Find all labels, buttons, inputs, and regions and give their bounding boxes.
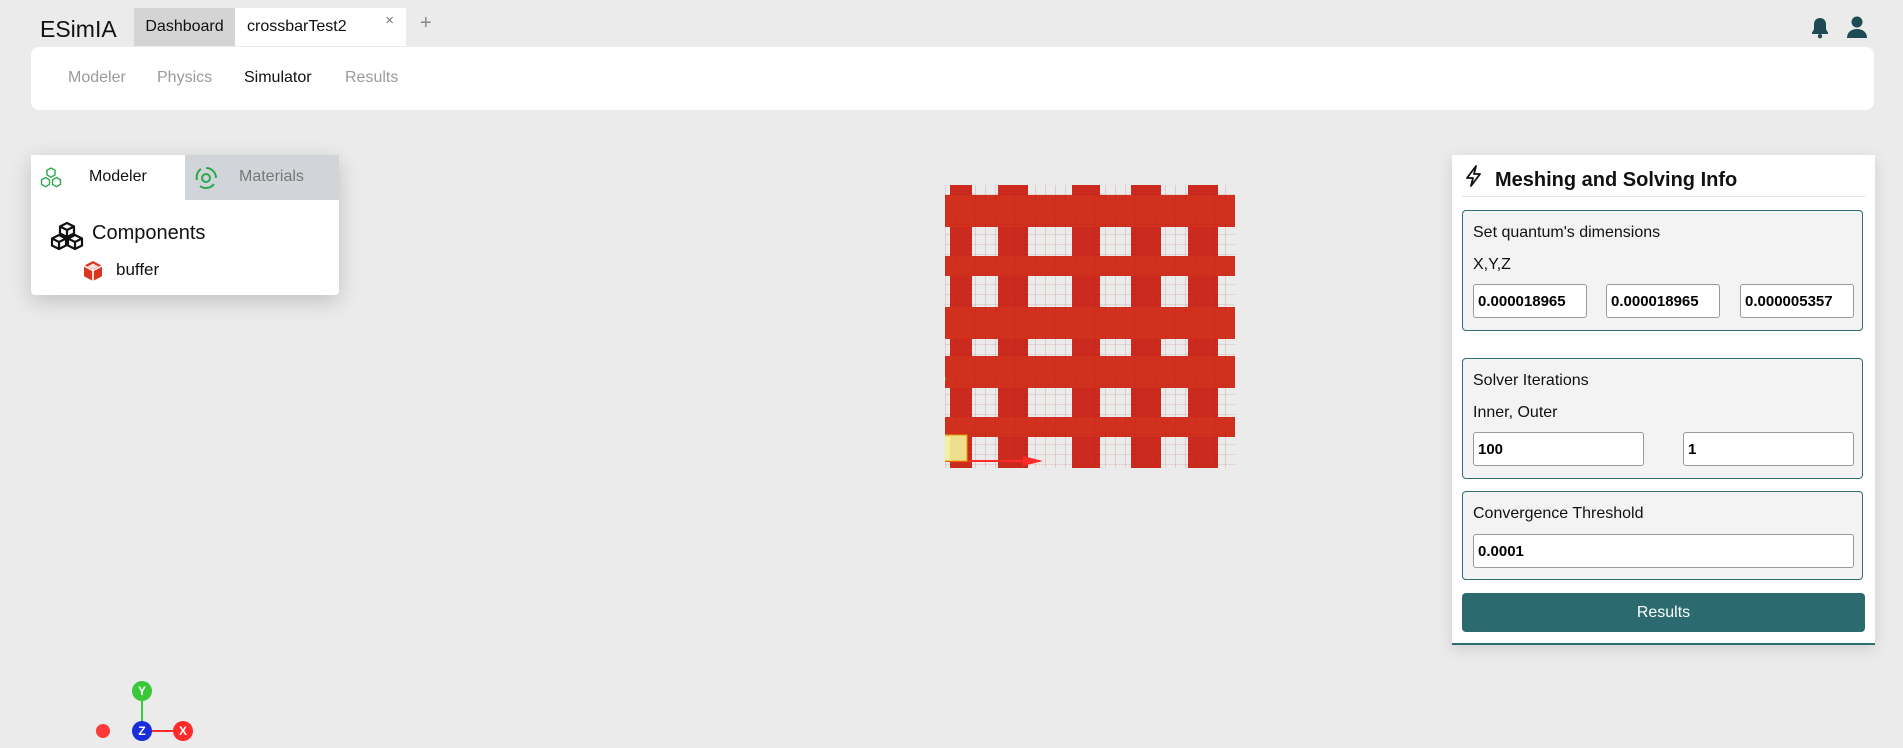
axis-x-label: X [179,724,187,738]
add-tab-button[interactable]: + [420,12,432,35]
meshing-solving-panel: Meshing and Solving Info Set quantum's d… [1452,155,1875,645]
nav-simulator[interactable]: Simulator [244,69,312,87]
convergence-group: Convergence Threshold [1462,491,1863,580]
bell-icon[interactable] [1810,17,1830,44]
lightning-icon [1466,165,1481,187]
tab-project[interactable]: crossbarTest2 × [235,8,406,46]
tab-dashboard[interactable]: Dashboard [134,8,235,46]
tab-materials-label: Materials [239,168,304,185]
tab-project-label: crossbarTest2 [247,18,347,35]
solver-label: Solver Iterations [1473,372,1589,389]
quantum-x-input[interactable] [1473,284,1587,318]
results-button[interactable]: Results [1462,593,1865,632]
cube-icon [83,261,103,281]
components-icon [50,221,84,251]
axis-y-label: Y [138,684,146,698]
quantum-y-input[interactable] [1606,284,1720,318]
materials-icon [195,167,217,189]
solver-iterations-group: Solver Iterations Inner, Outer [1462,358,1863,479]
outer-iterations-input[interactable] [1683,432,1854,466]
user-icon[interactable] [1846,15,1868,44]
quantum-label: Set quantum's dimensions [1473,224,1661,241]
components-label: Components [92,222,206,244]
solver-sublabel: Inner, Outer [1473,404,1558,421]
nav-results[interactable]: Results [345,69,398,87]
nav-physics[interactable]: Physics [157,69,212,87]
inner-iterations-input[interactable] [1473,432,1644,466]
tab-modeler-label: Modeler [89,168,147,185]
convergence-label: Convergence Threshold [1473,505,1644,522]
panel-title: Meshing and Solving Info [1495,169,1738,191]
modeler-icon [40,167,62,188]
axis-z-label: Z [138,724,145,738]
crossbar-model [945,185,1235,468]
workflow-navbar: Modeler Physics Simulator Results [31,47,1874,110]
quantum-z-input[interactable] [1740,284,1854,318]
app-title: ESimIA [40,16,117,42]
tab-dashboard-label: Dashboard [145,18,224,35]
model-viewport[interactable] [945,184,1245,474]
title-divider [1462,196,1865,197]
tab-modeler[interactable]: Modeler [31,155,185,200]
close-icon[interactable]: × [385,12,394,29]
quantum-dimensions-group: Set quantum's dimensions X,Y,Z [1462,210,1863,331]
tree-item-buffer[interactable]: buffer [116,260,159,280]
tab-materials[interactable]: Materials [185,155,339,200]
axes-gizmo[interactable]: Y Z X [90,680,200,748]
convergence-threshold-input[interactable] [1473,534,1854,568]
quantum-sublabel: X,Y,Z [1473,256,1511,273]
nav-modeler[interactable]: Modeler [68,69,126,87]
modeler-panel: Modeler Materials Components buffer [31,155,339,295]
